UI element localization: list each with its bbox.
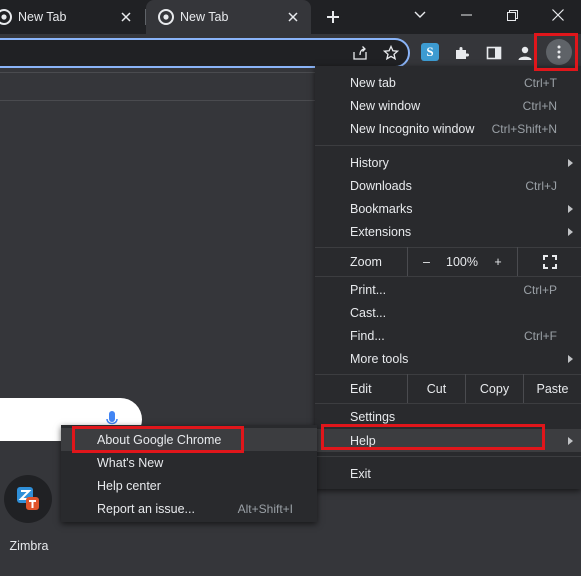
tab-close-icon[interactable]: [285, 9, 301, 25]
menu-item-new-tab[interactable]: New tab Ctrl+T: [315, 71, 581, 94]
menu-separator: [315, 145, 581, 146]
submenu-arrow-icon: [568, 354, 573, 363]
zoom-row: Zoom – 100% +: [315, 247, 581, 276]
fullscreen-button[interactable]: [517, 247, 581, 276]
paste-button[interactable]: Paste: [523, 374, 581, 403]
menu-item-find[interactable]: Find... Ctrl+F: [315, 324, 581, 347]
minimize-button[interactable]: [443, 0, 489, 30]
menu-item-shortcut: Ctrl+P: [523, 282, 557, 297]
menu-item-label: Bookmarks: [350, 201, 413, 216]
submenu-item-label: What's New: [97, 455, 164, 470]
menu-item-label: New window: [350, 98, 421, 113]
side-panel-icon: [486, 46, 502, 60]
share-button[interactable]: [349, 42, 371, 64]
submenu-item-help-center[interactable]: Help center: [61, 474, 317, 497]
share-icon: [353, 46, 367, 60]
menu-separator: [315, 403, 581, 404]
menu-separator: [315, 456, 581, 457]
annotation-box-help: [321, 424, 545, 450]
title-bar: New Tab New Tab: [0, 0, 581, 34]
zoom-level: 100%: [446, 254, 478, 269]
tab-close-icon[interactable]: [118, 9, 134, 25]
chrome-favicon-icon: [0, 9, 12, 25]
menu-item-downloads[interactable]: Downloads Ctrl+J: [315, 174, 581, 197]
close-icon: [552, 9, 564, 21]
menu-item-label: Print...: [350, 282, 387, 297]
menu-item-shortcut: Ctrl+J: [525, 178, 557, 193]
menu-item-shortcut: Ctrl+T: [524, 75, 557, 90]
edit-label: Edit: [350, 381, 372, 396]
menu-item-label: Exit: [350, 466, 371, 481]
menu-item-label: Extensions: [350, 224, 412, 239]
profile-icon: [518, 46, 532, 60]
profile-button[interactable]: [514, 42, 536, 64]
submenu-arrow-icon: [568, 204, 573, 213]
shortcut-zimbra[interactable]: [4, 475, 52, 523]
submenu-arrow-icon: [568, 158, 573, 167]
new-tab-button[interactable]: [322, 6, 344, 28]
menu-item-history[interactable]: History: [315, 151, 581, 174]
puzzle-icon: [456, 47, 469, 59]
menu-item-print[interactable]: Print... Ctrl+P: [315, 278, 581, 301]
close-window-button[interactable]: [535, 0, 581, 30]
menu-item-label: History: [350, 155, 389, 170]
plus-icon: [327, 11, 339, 23]
menu-item-new-incognito-window[interactable]: New Incognito window Ctrl+Shift+N: [315, 117, 581, 140]
shortcut-label: Zimbra: [9, 539, 49, 553]
menu-item-label: Settings: [350, 409, 396, 424]
zimbra-logo-icon: [17, 487, 39, 510]
menu-item-exit[interactable]: Exit: [315, 462, 581, 485]
tab-title: New Tab: [18, 10, 67, 24]
menu-item-shortcut: Ctrl+F: [524, 328, 557, 343]
submenu-arrow-icon: [568, 227, 573, 236]
annotation-box-about: [72, 426, 244, 453]
submenu-item-shortcut: Alt+Shift+I: [237, 501, 293, 516]
bookmarks-bar: [0, 73, 315, 101]
copy-button[interactable]: Copy: [465, 374, 523, 403]
menu-item-label: New tab: [350, 75, 396, 90]
fullscreen-icon: [542, 254, 557, 269]
menu-item-shortcut: Ctrl+N: [522, 98, 557, 113]
menu-item-label: More tools: [350, 351, 409, 366]
bookmark-star-button[interactable]: [380, 42, 402, 64]
side-panel-button[interactable]: [483, 42, 505, 64]
tab-new-tab-1[interactable]: New Tab: [0, 0, 144, 34]
menu-item-extensions[interactable]: Extensions: [315, 220, 581, 243]
chrome-favicon-icon: [158, 9, 174, 25]
submenu-item-label: Report an issue...: [97, 501, 195, 516]
restore-icon: [506, 9, 518, 21]
menu-item-bookmarks[interactable]: Bookmarks: [315, 197, 581, 220]
edit-row: Edit Cut Copy Paste: [315, 374, 581, 403]
menu-item-shortcut: Ctrl+Shift+N: [491, 121, 557, 136]
zoom-label: Zoom: [350, 254, 382, 269]
submenu-item-whats-new[interactable]: What's New: [61, 451, 317, 474]
menu-item-cast[interactable]: Cast...: [315, 301, 581, 324]
menu-item-label: Downloads: [350, 178, 412, 193]
submenu-arrow-icon: [568, 436, 573, 445]
tab-new-tab-2[interactable]: New Tab: [146, 0, 311, 34]
tab-title: New Tab: [180, 10, 229, 24]
chevron-down-icon: [414, 11, 426, 18]
menu-item-label: Find...: [350, 328, 385, 343]
submenu-item-report-an-issue[interactable]: Report an issue... Alt+Shift+I: [61, 497, 317, 520]
extensions-button[interactable]: [451, 42, 473, 64]
menu-item-label: Cast...: [350, 305, 387, 320]
cut-button[interactable]: Cut: [407, 374, 465, 403]
annotation-box-menu-button: [534, 33, 578, 71]
extension-s-icon[interactable]: S: [421, 43, 439, 61]
menu-separator: [315, 276, 581, 277]
menu-item-more-tools[interactable]: More tools: [315, 347, 581, 370]
menu-item-label: New Incognito window: [350, 121, 475, 136]
menu-item-new-window[interactable]: New window Ctrl+N: [315, 94, 581, 117]
minimize-icon: [460, 14, 472, 16]
submenu-item-label: Help center: [97, 478, 161, 493]
star-icon: [383, 45, 399, 61]
restore-button[interactable]: [489, 0, 535, 30]
zoom-out-button[interactable]: –: [407, 247, 445, 276]
zoom-in-button[interactable]: +: [479, 247, 517, 276]
tab-search-button[interactable]: [397, 0, 443, 30]
